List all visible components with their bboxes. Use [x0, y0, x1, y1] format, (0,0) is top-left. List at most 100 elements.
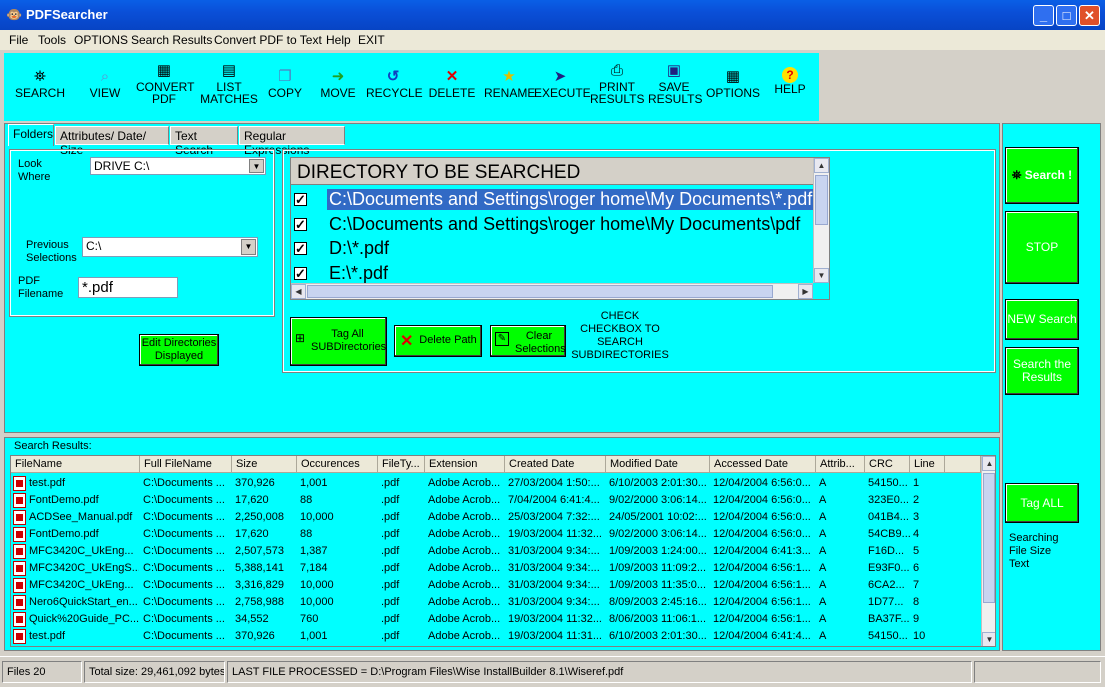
column-header-filetype[interactable]: FileTy... [378, 456, 425, 473]
table-row[interactable]: Quick%20Guide_PC... C:\Documents ... 34,55… [11, 611, 981, 628]
cell-modified-date: 1/09/2003 1:24:00... [609, 545, 707, 557]
column-header-accessed-date[interactable]: Accessed Date [710, 456, 816, 473]
maximize-button[interactable]: □ [1056, 5, 1077, 26]
cell-occurences: 1,001 [300, 477, 328, 489]
toolbar-save-results-button[interactable]: ▣ SAVE RESULTS [648, 53, 702, 121]
toolbar-view-button[interactable]: ⌕ VIEW [84, 53, 126, 121]
menu-exit[interactable]: EXIT [358, 33, 385, 47]
checkbox[interactable]: ✓ [294, 218, 307, 231]
clear-selections-button[interactable]: ✎ Clear Selections [490, 325, 566, 357]
toolbar-recycle-button[interactable]: ↺ RECYCLE [366, 53, 423, 121]
menu-options[interactable]: OPTIONS [74, 33, 128, 47]
menu-tools[interactable]: Tools [38, 33, 66, 47]
table-row[interactable]: MFC3420C_UkEng... C:\Documents ... 2,507,5… [11, 543, 981, 560]
status-file-count: Files 20 [2, 661, 82, 683]
column-header-line[interactable]: Line [910, 456, 945, 473]
toolbar-list-matches-button[interactable]: ▤ LIST MATCHES [200, 53, 258, 121]
directory-horizontal-scrollbar[interactable]: ◀ ▶ [291, 283, 813, 299]
search-button[interactable]: ⛯ Search ! [1005, 147, 1079, 204]
delete-path-button[interactable]: ✕ Delete Path [394, 325, 482, 357]
menu-help[interactable]: Help [326, 33, 351, 47]
menu-file[interactable]: File [9, 33, 28, 47]
checkbox[interactable]: ✓ [294, 267, 307, 280]
cell-line: 6 [913, 562, 920, 574]
menu-convert-pdf[interactable]: Convert PDF to Text [214, 33, 322, 47]
scroll-thumb[interactable] [307, 285, 773, 298]
copy-icon: ❐ [278, 68, 292, 85]
table-row[interactable]: ACDSee_Manual.pdf C:\Documents ... 2,250,0… [11, 509, 981, 526]
scroll-right-icon[interactable]: ▶ [798, 284, 813, 299]
previous-selections-dropdown[interactable]: C:\ ▼ [82, 237, 258, 257]
table-row[interactable]: FontDemo.pdf C:\Documents ... 17,620 88 .pdf… [11, 526, 981, 543]
scroll-down-icon[interactable]: ▼ [982, 632, 995, 646]
table-row[interactable]: FontDemo.pdf C:\Documents ... 17,620 88 .pdf… [11, 492, 981, 509]
toolbar-print-results-button[interactable]: ⎙ PRINT RESULTS [590, 53, 644, 121]
cell-created-date: 19/03/2004 11:32... [508, 528, 602, 540]
directory-row[interactable]: ✓ C:\Documents and Settings\roger home\M… [291, 213, 815, 238]
new-search-button[interactable]: NEW Search [1005, 299, 1079, 340]
results-table: FileName Full FileName Size Occurences F… [10, 455, 996, 647]
tag-all-button[interactable]: Tag ALL [1005, 483, 1079, 523]
toolbar-help-button[interactable]: ? HELP [770, 53, 810, 121]
minimize-button[interactable]: _ [1033, 5, 1054, 26]
directory-vertical-scrollbar[interactable]: ▲ ▼ [813, 158, 829, 283]
pdf-filename-input[interactable]: *.pdf [78, 277, 178, 298]
cell-extension: Adobe Acrob... [428, 579, 501, 591]
cell-size: 2,250,008 [235, 511, 284, 523]
table-row[interactable]: Nero6QuickStart_en... C:\Documents ... 2,7… [11, 594, 981, 611]
cell-created-date: 25/03/2004 7:32:... [508, 511, 600, 523]
pdf-file-icon [13, 476, 26, 491]
scroll-left-icon[interactable]: ◀ [291, 284, 306, 299]
scroll-up-icon[interactable]: ▲ [982, 456, 995, 471]
column-header-size[interactable]: Size [232, 456, 297, 473]
cell-accessed-date: 12/04/2004 6:56:0... [713, 477, 811, 489]
tab-attributes[interactable]: Attributes/ Date/ Size [55, 126, 169, 157]
scroll-thumb[interactable] [983, 473, 995, 603]
cell-line: 7 [913, 579, 920, 591]
toolbar-execute-button[interactable]: ➤ EXECUTE [534, 53, 591, 121]
toolbar-move-button[interactable]: ➜ MOVE [318, 53, 358, 121]
directory-row[interactable]: ✓ E:\*.pdf [291, 262, 815, 283]
look-where-dropdown[interactable]: DRIVE C:\ ▼ [90, 157, 266, 175]
column-header-created-date[interactable]: Created Date [505, 456, 606, 473]
scroll-up-icon[interactable]: ▲ [814, 158, 829, 173]
checkbox[interactable]: ✓ [294, 242, 307, 255]
column-header-filename[interactable]: FileName [11, 456, 140, 473]
table-row[interactable]: MFC3420C_UkEng... C:\Documents ... 3,316,8… [11, 577, 981, 594]
checkbox[interactable]: ✓ [294, 193, 307, 206]
cell-accessed-date: 12/04/2004 6:56:1... [713, 579, 811, 591]
column-header-modified-date[interactable]: Modified Date [606, 456, 710, 473]
table-row[interactable]: test.pdf C:\Documents ... 370,926 1,001 .pdf… [11, 475, 981, 492]
toolbar-search-button[interactable]: ⛯ SEARCH [14, 53, 66, 121]
tag-all-subdirectories-button[interactable]: ⊞ Tag All SUBDirectories [290, 317, 387, 366]
table-row[interactable]: test.pdf C:\Documents ... 370,926 1,001 .pdf… [11, 628, 981, 645]
cell-extension: Adobe Acrob... [428, 494, 501, 506]
search-the-results-button[interactable]: Search the Results [1005, 347, 1079, 395]
cell-filename: ACDSee_Manual.pdf [29, 511, 133, 523]
menu-search-results[interactable]: Search Results [131, 33, 212, 47]
scroll-thumb[interactable] [815, 175, 828, 225]
scroll-down-icon[interactable]: ▼ [814, 268, 829, 283]
toolbar-convert-button[interactable]: ▦ CONVERT PDF [136, 53, 194, 121]
tab-regular-expressions[interactable]: Regular Expressions [239, 126, 345, 157]
toolbar-rename-button[interactable]: ★ RENAME [484, 53, 535, 121]
column-header-extension[interactable]: Extension [425, 456, 505, 473]
directory-row[interactable]: ✓ D:\*.pdf [291, 237, 815, 262]
toolbar-options-button[interactable]: ▦ OPTIONS [706, 53, 760, 121]
toolbar-copy-button[interactable]: ❐ COPY [266, 53, 304, 121]
close-button[interactable]: ✕ [1079, 5, 1100, 26]
column-header-full-filename[interactable]: Full FileName [140, 456, 232, 473]
column-header-attributes[interactable]: Attrib... [816, 456, 865, 473]
edit-directories-button[interactable]: Edit Directories Displayed [139, 334, 219, 366]
table-row[interactable]: MFC3420C_UkEngS... C:\Documents ... 5,388,… [11, 560, 981, 577]
directory-row[interactable]: ✓ C:\Documents and Settings\roger home\M… [291, 188, 815, 213]
stop-button[interactable]: STOP [1005, 211, 1079, 284]
column-header-occurences[interactable]: Occurences [297, 456, 378, 473]
results-vertical-scrollbar[interactable]: ▲ ▼ [981, 456, 995, 646]
tab-text-search[interactable]: Text Search [170, 126, 238, 157]
column-header-crc[interactable]: CRC [865, 456, 910, 473]
cell-filename: Quick%20Guide_PC... [29, 613, 139, 625]
cell-full-filename: C:\Documents ... [143, 528, 225, 540]
toolbar-delete-button[interactable]: ✕ DELETE [428, 53, 476, 121]
tab-folders[interactable]: Folders [8, 124, 54, 146]
